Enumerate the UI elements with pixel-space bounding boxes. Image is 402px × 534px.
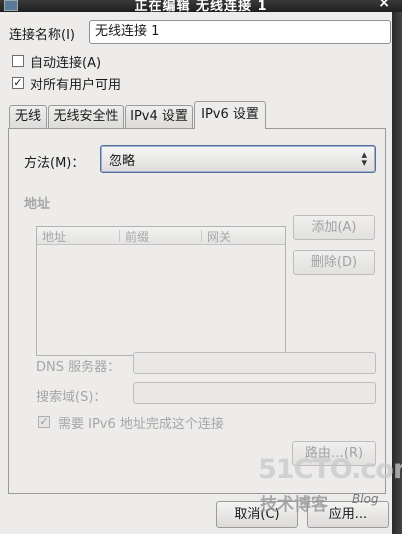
tab-ipv4-settings[interactable]: IPv4 设置 [125, 105, 193, 129]
address-section-label: 地址 [24, 197, 51, 212]
auto-connect-label: 自动连接(A) [30, 56, 102, 71]
all-users-checkbox[interactable]: ✓ [12, 77, 24, 89]
require-ipv6-label: 需要 IPv6 地址完成这个连接 [58, 417, 224, 432]
address-table: 地址 前缀 网关 [36, 226, 286, 356]
tab-wireless[interactable]: 无线 [9, 105, 47, 129]
connection-name-input[interactable]: 无线连接 1 [89, 20, 391, 44]
close-icon[interactable]: × [378, 0, 390, 11]
column-separator [201, 230, 202, 242]
column-prefix: 前缀 [125, 230, 150, 244]
column-separator [119, 230, 120, 242]
routes-button[interactable]: 路由…(R) [292, 441, 376, 466]
search-domain-label: 搜索域(S)： [36, 390, 107, 405]
cancel-button[interactable]: 取消(C) [216, 501, 298, 528]
address-table-header: 地址 前缀 网关 [37, 227, 285, 245]
dns-servers-input[interactable] [133, 352, 376, 374]
delete-button[interactable]: 删除(D) [293, 250, 375, 275]
combo-arrows-icon: ▴ ▾ [361, 148, 367, 169]
column-gateway: 网关 [207, 230, 232, 244]
method-label: 方法(M)： [24, 156, 85, 171]
tab-wireless-security[interactable]: 无线安全性 [48, 105, 124, 129]
method-combo[interactable]: 忽略 ▴ ▾ [100, 145, 376, 173]
column-address: 地址 [42, 230, 67, 244]
apply-button[interactable]: 应用... [307, 501, 389, 528]
window-title: 正在编辑 无线连接 1 [134, 0, 268, 12]
desktop-background-strip [392, 12, 402, 534]
dns-servers-label: DNS 服务器： [36, 360, 121, 375]
connection-name-label: 连接名称(I) [9, 28, 75, 43]
search-domain-input[interactable] [133, 382, 376, 404]
auto-connect-checkbox[interactable] [12, 55, 24, 67]
all-users-label: 对所有用户可用 [30, 78, 122, 93]
add-button[interactable]: 添加(A) [293, 215, 375, 240]
dialog-body: 连接名称(I) 无线连接 1 自动连接(A) ✓ 对所有用户可用 无线 无线安全… [0, 12, 392, 534]
method-value: 忽略 [109, 154, 136, 169]
title-bar[interactable]: 正在编辑 无线连接 1 × [0, 0, 402, 12]
tab-ipv6-settings[interactable]: IPv6 设置 [194, 101, 266, 129]
require-ipv6-checkbox[interactable]: ✓ [38, 416, 50, 428]
